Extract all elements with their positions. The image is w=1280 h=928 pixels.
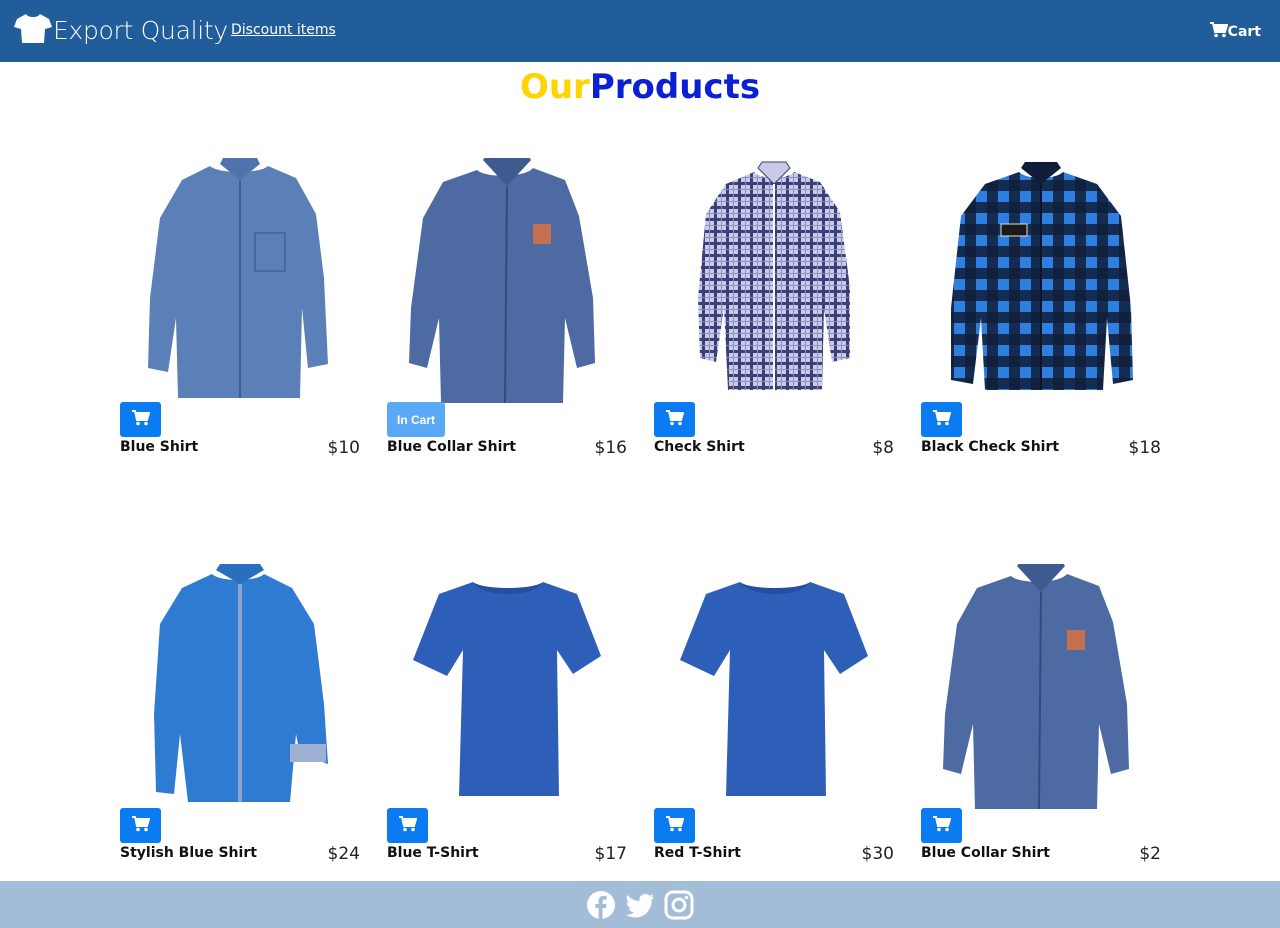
product-name: Blue Collar Shirt <box>921 845 1050 861</box>
product-card: Black Check Shirt $18 <box>921 158 1161 458</box>
add-to-cart-button[interactable] <box>387 808 428 843</box>
add-to-cart-button[interactable] <box>120 402 161 437</box>
product-price: $16 <box>594 438 627 458</box>
footer <box>0 881 1280 928</box>
product-image[interactable] <box>387 564 627 809</box>
product-price: $8 <box>872 438 894 458</box>
product-price: $10 <box>327 438 360 458</box>
page-title: OurProducts <box>0 66 1280 108</box>
title-part-products: Products <box>589 67 761 107</box>
twitter-icon[interactable] <box>624 889 656 921</box>
product-price: $18 <box>1128 438 1161 458</box>
product-name: Red T-Shirt <box>654 845 741 861</box>
product-image[interactable] <box>921 158 1161 403</box>
cart-icon <box>665 410 684 429</box>
product-card: In Cart Blue Collar Shirt $16 <box>387 154 627 458</box>
navbar: Export Quality Discount items Cart <box>0 0 1280 62</box>
in-cart-button[interactable]: In Cart <box>387 402 446 437</box>
product-image[interactable] <box>387 154 627 404</box>
product-image[interactable] <box>654 158 894 403</box>
cart-icon <box>1209 22 1228 42</box>
product-image[interactable] <box>120 564 360 809</box>
product-card: Blue Collar Shirt $2 <box>921 560 1161 864</box>
facebook-icon[interactable] <box>585 889 617 921</box>
product-name: Blue T-Shirt <box>387 845 479 861</box>
product-image[interactable] <box>654 564 894 809</box>
product-card: Red T-Shirt $30 <box>654 564 894 864</box>
product-name: Blue Shirt <box>120 439 199 455</box>
add-to-cart-button[interactable] <box>921 402 962 437</box>
cart-icon <box>131 410 150 429</box>
product-name: Stylish Blue Shirt <box>120 845 257 861</box>
product-name: Black Check Shirt <box>921 439 1060 455</box>
cart-link[interactable]: Cart <box>1209 22 1261 42</box>
instagram-icon[interactable] <box>663 889 695 921</box>
cart-icon <box>932 816 951 835</box>
product-price: $30 <box>861 844 894 864</box>
brand-link[interactable]: Export Quality <box>14 10 228 50</box>
cart-icon <box>665 816 684 835</box>
product-price: $2 <box>1139 844 1161 864</box>
product-name: Blue Collar Shirt <box>387 439 516 455</box>
add-to-cart-button[interactable] <box>120 808 161 843</box>
add-to-cart-button[interactable] <box>921 808 962 843</box>
product-price: $17 <box>594 844 627 864</box>
product-card: Blue T-Shirt $17 <box>387 564 627 864</box>
product-image[interactable] <box>120 156 360 403</box>
cart-label: Cart <box>1227 24 1261 40</box>
tshirt-icon <box>14 12 52 48</box>
title-part-our: Our <box>519 67 590 107</box>
cart-icon <box>131 816 150 835</box>
product-price: $24 <box>327 844 360 864</box>
product-card: Blue Shirt $10 <box>120 156 360 458</box>
discount-items-link[interactable]: Discount items <box>231 22 336 38</box>
cart-icon <box>398 816 417 835</box>
cart-icon <box>932 410 951 429</box>
brand-name: Export Quality <box>53 15 228 45</box>
add-to-cart-button[interactable] <box>654 402 695 437</box>
product-card: Stylish Blue Shirt $24 <box>120 564 360 864</box>
product-image[interactable] <box>921 560 1161 810</box>
product-name: Check Shirt <box>654 439 745 455</box>
add-to-cart-button[interactable] <box>654 808 695 843</box>
product-card: Check Shirt $8 <box>654 158 894 458</box>
